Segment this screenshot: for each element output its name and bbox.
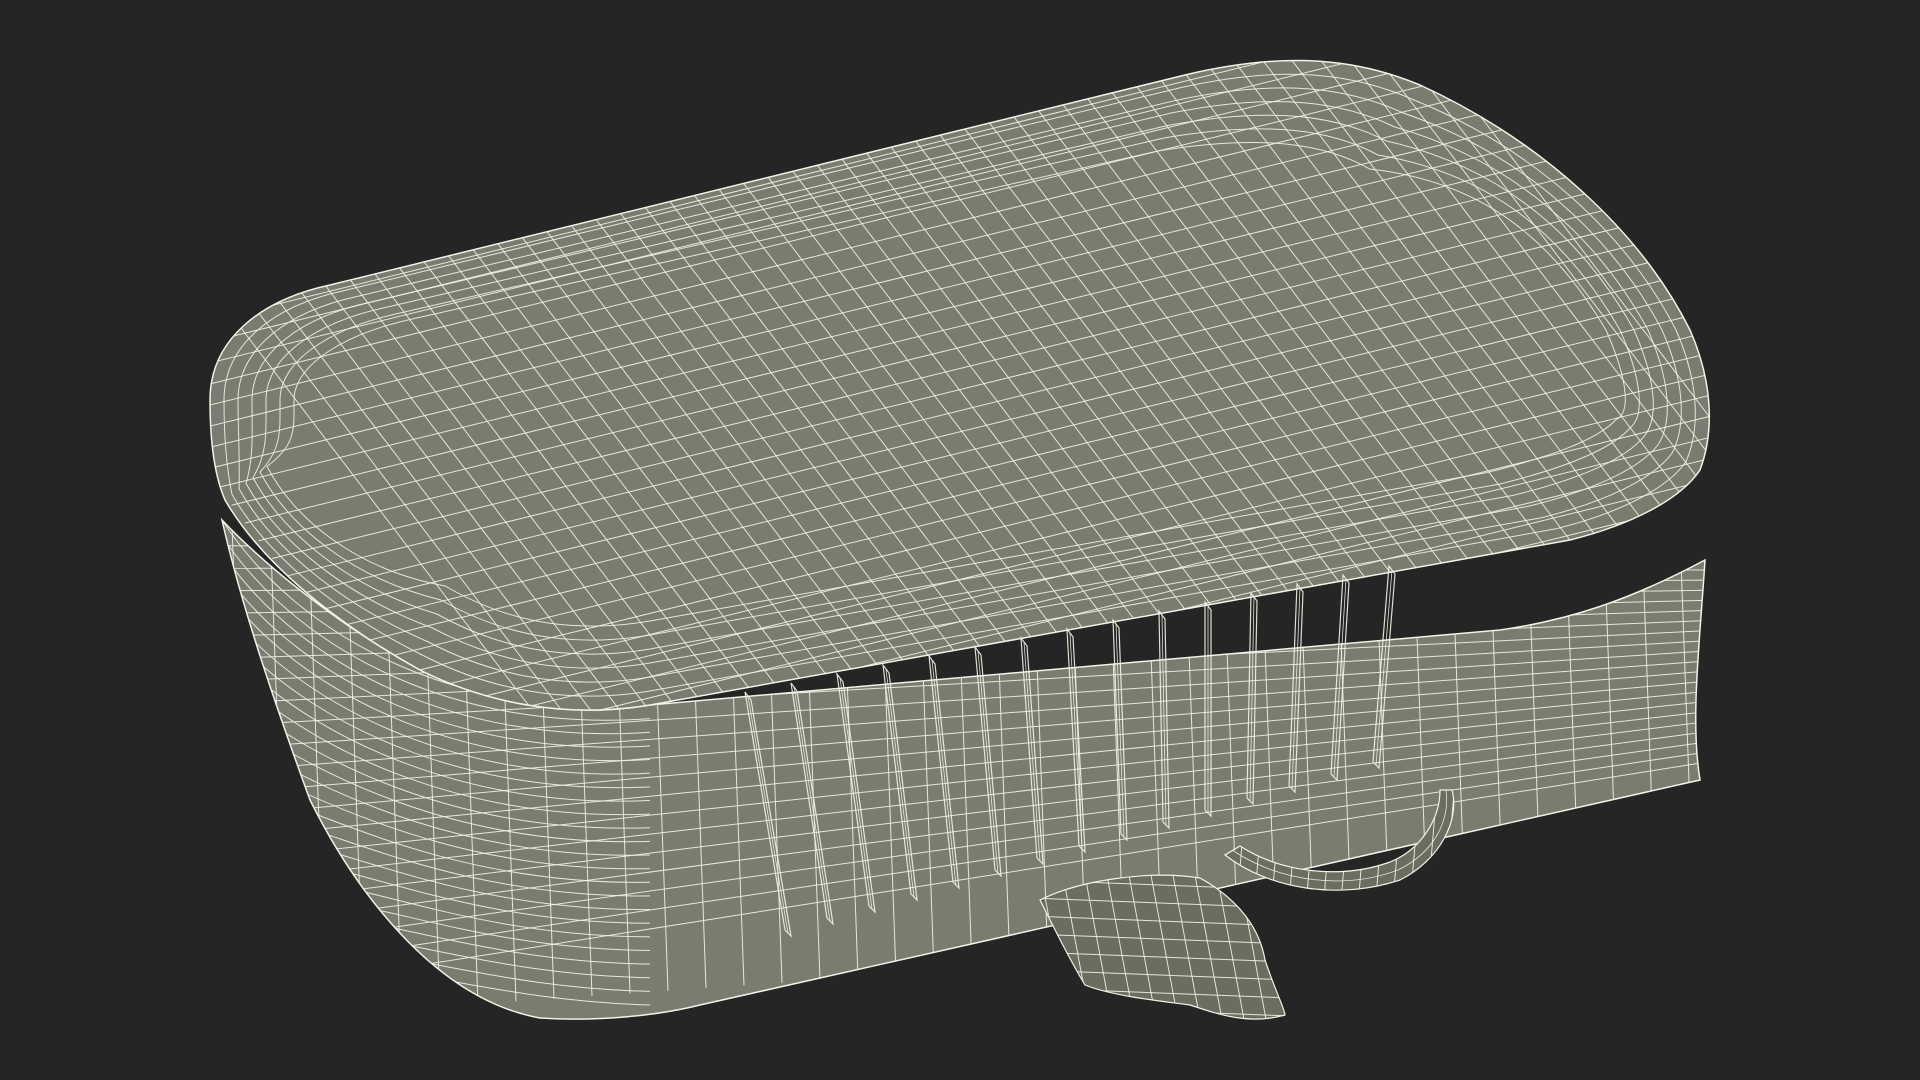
- render-viewport: [0, 0, 1920, 1080]
- wireframe-model-render: [209, 59, 1711, 1020]
